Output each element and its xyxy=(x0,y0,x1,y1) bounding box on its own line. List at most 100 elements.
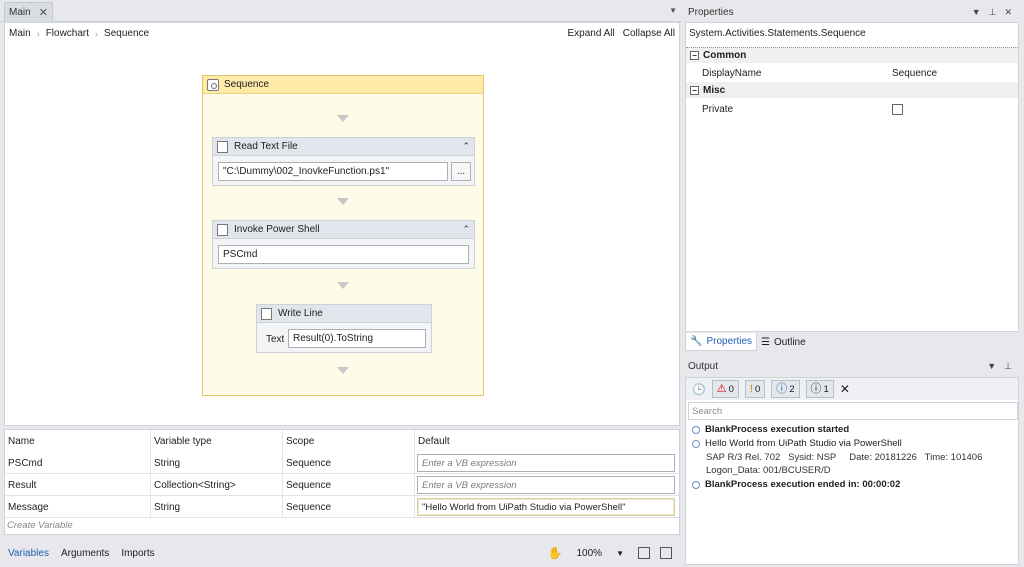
clock-icon[interactable]: 🕒 xyxy=(692,383,706,396)
log-entry[interactable]: BlankProcess execution ended in: 00:00:0… xyxy=(692,479,900,490)
column-header-type[interactable]: Variable type xyxy=(151,430,283,452)
var-scope[interactable]: Sequence xyxy=(283,496,415,518)
write-line-activity[interactable]: Write Line Text Result(0).ToString xyxy=(256,304,432,353)
log-detail: Logon_Data: 001/BCUSER/D xyxy=(706,465,831,476)
tab-outline[interactable]: ☰ Outline xyxy=(757,333,810,351)
private-checkbox[interactable] xyxy=(892,103,903,115)
log-entry[interactable]: Hello World from UiPath Studio via Power… xyxy=(692,438,902,449)
collapse-all-link[interactable]: Collapse All xyxy=(623,28,675,39)
error-icon: ⚠ xyxy=(716,383,727,395)
output-search-input[interactable]: Search xyxy=(688,402,1018,420)
var-default-input[interactable]: Enter a VB expression xyxy=(417,454,675,472)
chevron-right-icon: › xyxy=(95,28,99,39)
properties-title: Properties xyxy=(688,6,734,18)
tab-variables[interactable]: Variables xyxy=(4,548,53,559)
collapse-box-icon[interactable]: − xyxy=(690,85,699,95)
tab-dropdown-icon[interactable]: ▼ xyxy=(669,6,677,15)
breadcrumb-flowchart[interactable]: Flowchart xyxy=(46,28,89,39)
close-icon[interactable]: ✕ xyxy=(39,6,48,19)
column-header-name[interactable]: Name xyxy=(5,430,151,452)
tab-arguments[interactable]: Arguments xyxy=(57,548,113,559)
variables-header-row: Name Variable type Scope Default xyxy=(5,430,679,452)
property-value[interactable]: Sequence xyxy=(892,68,937,79)
category-common[interactable]: − Common xyxy=(686,47,1018,63)
zoom-select[interactable]: 100% ▼ xyxy=(573,545,629,561)
dropdown-icon[interactable]: ▼ xyxy=(987,361,996,372)
var-default-input[interactable]: "Hello World from UiPath Studio via Powe… xyxy=(417,498,675,516)
var-default-input[interactable]: Enter a VB expression xyxy=(417,476,675,494)
property-row-private[interactable]: Private xyxy=(686,100,1018,118)
var-type[interactable]: String xyxy=(151,496,283,518)
pin-icon[interactable]: ⊥ xyxy=(1004,361,1012,372)
column-header-scope[interactable]: Scope xyxy=(283,430,415,452)
var-type[interactable]: String xyxy=(151,452,283,474)
info-icon: ⓘ xyxy=(776,383,788,395)
var-scope[interactable]: Sequence xyxy=(283,474,415,496)
read-text-file-header[interactable]: Read Text File ⌃ xyxy=(213,138,474,156)
info-filter[interactable]: ⓘ 2 xyxy=(771,380,800,398)
errors-count: 0 xyxy=(728,383,734,395)
file-path-input[interactable]: "C:\Dummy\002_InovkeFunction.ps1" xyxy=(218,162,448,181)
var-type[interactable]: Collection<String> xyxy=(151,474,283,496)
column-header-default[interactable]: Default xyxy=(415,430,679,452)
collapse-box-icon[interactable]: − xyxy=(690,51,699,60)
outline-icon: ☰ xyxy=(761,336,770,348)
info-dot-icon xyxy=(692,440,700,448)
category-misc[interactable]: − Misc xyxy=(686,82,1018,98)
document-tab-bar: Main ✕ ▼ xyxy=(0,0,681,22)
output-panel-title: Output ▼ ⊥ xyxy=(684,356,1020,376)
doc-tab-main[interactable]: Main ✕ xyxy=(4,2,53,22)
clear-icon[interactable]: ✕ xyxy=(840,382,850,396)
var-name[interactable]: Result xyxy=(5,474,151,496)
create-variable-link[interactable]: Create Variable xyxy=(7,520,73,531)
trace-icon: ⓘ xyxy=(810,383,822,395)
trace-count: 1 xyxy=(823,383,829,395)
breadcrumb-main[interactable]: Main xyxy=(9,28,31,39)
warning-icon: ! xyxy=(749,383,753,395)
pin-icon[interactable]: ⊥ xyxy=(989,7,997,18)
errors-filter[interactable]: ⚠ 0 xyxy=(711,380,739,398)
log-detail: SAP R/3 Rel. 702 Sysid: NSP Date: 201812… xyxy=(706,452,983,463)
close-icon[interactable]: ✕ xyxy=(1004,7,1012,18)
table-row[interactable]: Message String Sequence "Hello World fro… xyxy=(5,496,679,518)
pan-hand-icon[interactable]: ✋ xyxy=(548,546,563,560)
read-text-file-title: Read Text File xyxy=(234,141,298,152)
tab-properties[interactable]: 🔧 Properties xyxy=(685,333,758,351)
browse-button[interactable]: ... xyxy=(451,162,471,181)
log-text: Hello World from UiPath Studio via Power… xyxy=(705,438,902,449)
table-row[interactable]: PSCmd String Sequence Enter a VB express… xyxy=(5,452,679,474)
read-text-file-activity[interactable]: Read Text File ⌃ "C:\Dummy\002_InovkeFun… xyxy=(212,137,475,186)
output-title: Output xyxy=(688,360,719,372)
breadcrumb-sequence[interactable]: Sequence xyxy=(104,28,149,39)
var-name[interactable]: PSCmd xyxy=(5,452,151,474)
log-entry[interactable]: BlankProcess execution started xyxy=(692,424,849,435)
property-row-displayname[interactable]: DisplayName Sequence xyxy=(686,64,1018,82)
tab-imports[interactable]: Imports xyxy=(117,548,158,559)
collapse-icon[interactable]: ⌃ xyxy=(462,224,470,235)
tab-label: Outline xyxy=(774,336,806,348)
dropdown-icon[interactable]: ▼ xyxy=(972,7,981,18)
panel-controls: ▼ ⊥ xyxy=(987,361,1012,372)
expand-all-link[interactable]: Expand All xyxy=(567,28,614,39)
fit-to-screen-icon[interactable] xyxy=(638,547,650,559)
invoke-power-shell-activity[interactable]: Invoke Power Shell ⌃ PSCmd xyxy=(212,220,475,269)
command-input[interactable]: PSCmd xyxy=(218,245,469,264)
properties-panel: System.Activities.Statements.Sequence − … xyxy=(685,22,1019,332)
trace-filter[interactable]: ⓘ 1 xyxy=(805,380,834,398)
wrench-icon: 🔧 xyxy=(690,336,703,347)
info-count: 2 xyxy=(789,383,795,395)
var-name[interactable]: Message xyxy=(5,496,151,518)
sequence-activity[interactable]: Sequence Read Text File ⌃ "C:\Dummy\002_… xyxy=(202,75,484,396)
collapse-icon[interactable]: ⌃ xyxy=(462,141,470,152)
sequence-icon xyxy=(207,78,219,91)
invoke-power-shell-header[interactable]: Invoke Power Shell ⌃ xyxy=(213,221,474,239)
right-dock: Properties ▼ ⊥ ✕ System.Activities.State… xyxy=(684,0,1024,567)
sequence-header[interactable]: Sequence xyxy=(203,76,483,94)
write-line-header[interactable]: Write Line xyxy=(257,305,431,323)
overview-map-icon[interactable] xyxy=(660,547,672,559)
var-scope[interactable]: Sequence xyxy=(283,452,415,474)
text-input[interactable]: Result(0).ToString xyxy=(288,329,426,348)
warnings-filter[interactable]: ! 0 xyxy=(744,380,766,398)
table-row[interactable]: Result Collection<String> Sequence Enter… xyxy=(5,474,679,496)
property-name: Private xyxy=(702,103,734,115)
